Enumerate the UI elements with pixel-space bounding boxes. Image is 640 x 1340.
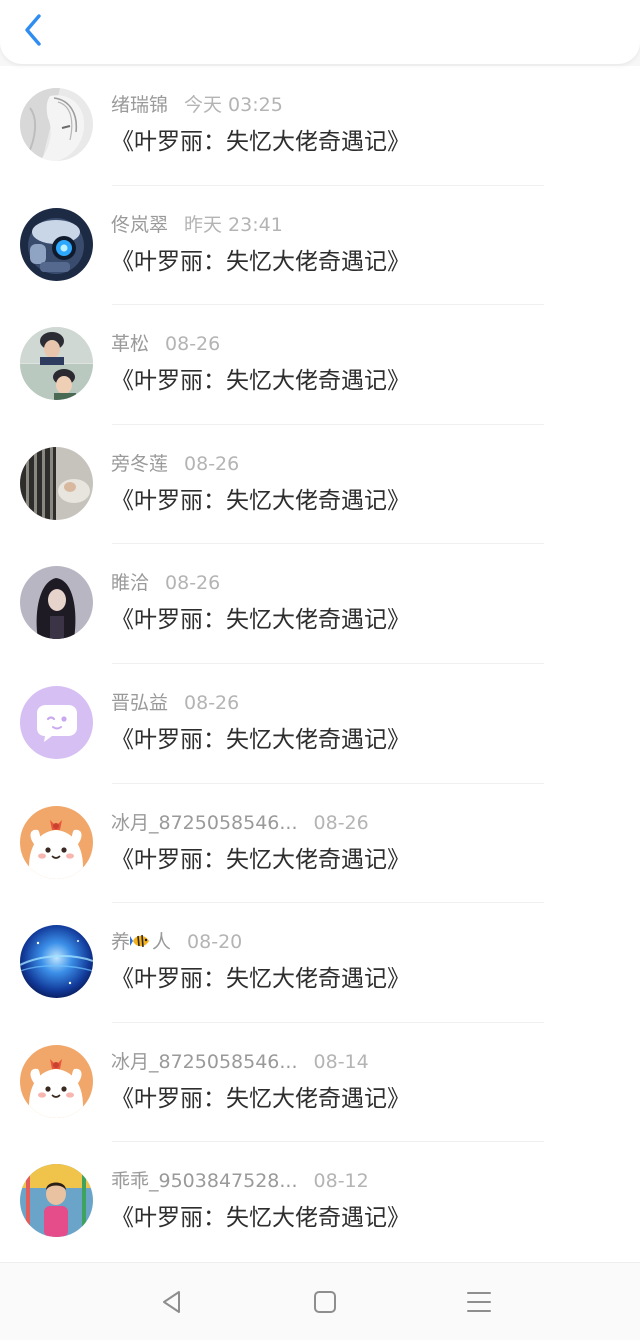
list-item[interactable]: 旁冬莲 08-26 《叶罗丽：失忆大佬奇遇记》	[0, 425, 640, 545]
item-meta: 绪瑞锦 今天 03:25	[111, 92, 283, 118]
blue-galaxy-avatar	[20, 925, 93, 999]
avatar	[20, 1164, 93, 1238]
back-button[interactable]	[14, 10, 54, 50]
nav-home-button[interactable]	[310, 1287, 340, 1317]
book-title: 《叶罗丽：失忆大佬奇遇记》	[111, 726, 410, 753]
timestamp: 08-20	[187, 931, 243, 954]
book-title: 《叶罗丽：失忆大佬奇遇记》	[111, 1205, 410, 1232]
book-title: 《叶罗丽：失忆大佬奇遇记》	[111, 1085, 410, 1112]
avatar	[20, 685, 93, 759]
window-bars-avatar	[20, 446, 93, 520]
triangle-back-icon	[163, 1291, 180, 1313]
child-photo-avatar	[20, 1164, 93, 1238]
item-meta: 乖乖_9503847528... 08-12	[111, 1168, 369, 1194]
sender-name: 冰月_8725058546...	[111, 1050, 298, 1073]
avatar	[20, 88, 93, 161]
timestamp: 08-26	[165, 333, 221, 356]
sender-name: 旁冬莲	[111, 452, 169, 475]
avatar	[20, 1044, 93, 1118]
book-title: 《叶罗丽：失忆大佬奇遇记》	[111, 607, 410, 634]
list-item[interactable]: 绪瑞锦 今天 03:25 《叶罗丽：失忆大佬奇遇记》	[0, 66, 640, 186]
item-meta: 冰月_8725058546... 08-14	[111, 1049, 369, 1075]
square-home-icon	[314, 1291, 336, 1313]
avatar	[20, 446, 93, 520]
book-title: 《叶罗丽：失忆大佬奇遇记》	[111, 248, 410, 275]
sender-name: 绪瑞锦	[111, 94, 169, 116]
book-title: 《叶罗丽：失忆大佬奇遇记》	[111, 487, 410, 514]
hamburger-menu-icon	[467, 1292, 491, 1312]
list-item[interactable]: 养 人 08-20 《叶罗丽：失忆大佬奇遇记》	[0, 903, 640, 1023]
nav-back-button[interactable]	[157, 1287, 187, 1317]
message-list: 绪瑞锦 今天 03:25 《叶罗丽：失忆大佬奇遇记》 佟岚翠 昨天 23:41 …	[0, 66, 640, 1262]
item-meta: 旁冬莲 08-26	[111, 451, 239, 477]
timestamp: 08-12	[313, 1170, 369, 1193]
sender-name-part: 人	[152, 931, 172, 954]
item-meta: 养 人 08-20	[111, 929, 242, 955]
list-item[interactable]: 冰月_8725058546... 08-26 《叶罗丽：失忆大佬奇遇记》	[0, 784, 640, 904]
dark-hair-girl-avatar	[20, 566, 93, 640]
purple-chat-bubble-avatar	[20, 685, 93, 759]
cartoon-dog-avatar	[20, 1044, 93, 1118]
item-meta: 佟岚翠 昨天 23:41	[111, 212, 283, 238]
list-item[interactable]: 佟岚翠 昨天 23:41 《叶罗丽：失忆大佬奇遇记》	[0, 186, 640, 306]
sender-name: 养 人	[111, 931, 171, 953]
item-meta: 睢洽 08-26	[111, 570, 220, 596]
sender-name: 乖乖_9503847528...	[111, 1170, 298, 1193]
robot-avatar	[20, 207, 93, 281]
top-bar	[0, 0, 640, 64]
timestamp: 今天 03:25	[184, 94, 283, 116]
item-meta: 革松 08-26	[111, 331, 220, 357]
avatar	[20, 327, 93, 401]
timestamp: 08-26	[313, 811, 369, 834]
item-meta: 冰月_8725058546... 08-26	[111, 810, 369, 836]
timestamp: 08-26	[184, 691, 240, 714]
timestamp: 昨天 23:41	[184, 213, 283, 236]
list-item[interactable]: 冰月_8725058546... 08-14 《叶罗丽：失忆大佬奇遇记》	[0, 1023, 640, 1143]
nav-menu-button[interactable]	[464, 1287, 494, 1317]
sender-name-part: 养	[111, 931, 131, 954]
photo-collage-avatar	[20, 327, 93, 401]
grayscale-anime-avatar	[20, 88, 93, 161]
avatar	[20, 566, 93, 640]
list-item[interactable]: 革松 08-26 《叶罗丽：失忆大佬奇遇记》	[0, 305, 640, 425]
cartoon-dog-avatar	[20, 805, 93, 879]
avatar	[20, 925, 93, 999]
list-item[interactable]: 晋弘益 08-26 《叶罗丽：失忆大佬奇遇记》	[0, 664, 640, 784]
tropical-fish-emoji	[130, 935, 150, 948]
sender-name: 晋弘益	[111, 691, 169, 714]
sender-name: 冰月_8725058546...	[111, 811, 298, 834]
sender-name: 革松	[111, 333, 150, 356]
book-title: 《叶罗丽：失忆大佬奇遇记》	[111, 846, 410, 873]
avatar	[20, 207, 93, 281]
item-meta: 晋弘益 08-26	[111, 690, 239, 716]
system-nav-bar	[0, 1262, 640, 1340]
book-title: 《叶罗丽：失忆大佬奇遇记》	[111, 129, 410, 155]
sender-name: 佟岚翠	[111, 213, 169, 236]
book-title: 《叶罗丽：失忆大佬奇遇记》	[111, 966, 410, 993]
timestamp: 08-26	[184, 452, 240, 475]
app-screen: 绪瑞锦 今天 03:25 《叶罗丽：失忆大佬奇遇记》 佟岚翠 昨天 23:41 …	[0, 0, 640, 1340]
list-item[interactable]: 乖乖_9503847528... 08-12 《叶罗丽：失忆大佬奇遇记》	[0, 1142, 640, 1262]
book-title: 《叶罗丽：失忆大佬奇遇记》	[111, 368, 410, 395]
timestamp: 08-26	[165, 572, 221, 595]
avatar	[20, 805, 93, 879]
list-item[interactable]: 睢洽 08-26 《叶罗丽：失忆大佬奇遇记》	[0, 544, 640, 664]
sender-name: 睢洽	[111, 572, 150, 595]
timestamp: 08-14	[313, 1050, 369, 1073]
chevron-left-icon	[25, 14, 41, 46]
